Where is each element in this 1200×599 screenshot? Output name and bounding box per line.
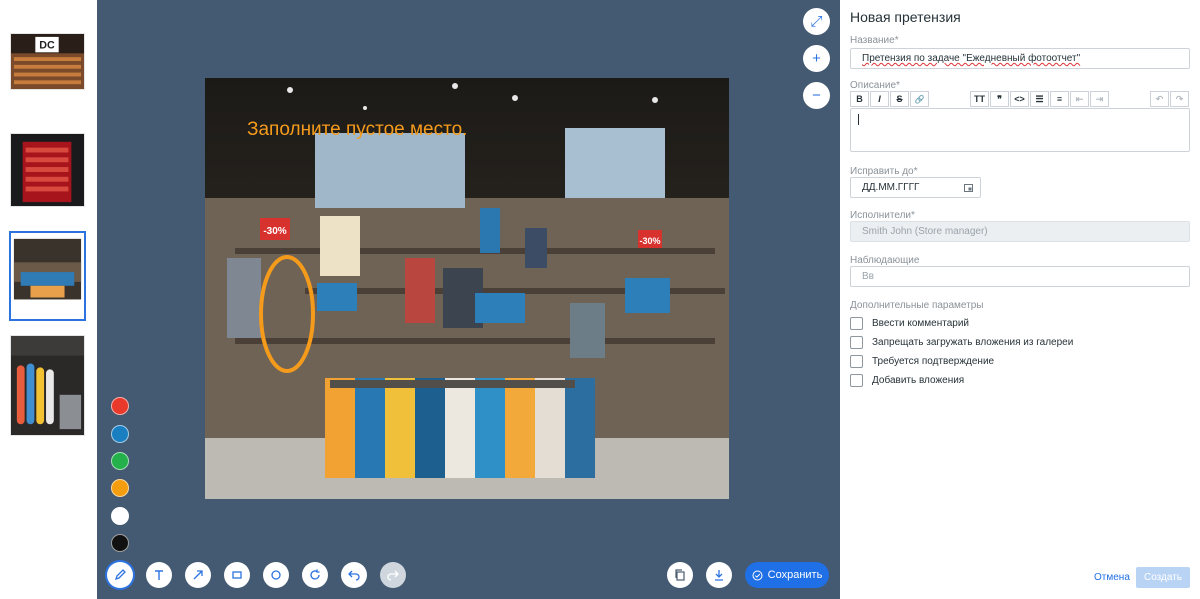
code-button[interactable]: <>: [1010, 91, 1029, 107]
zoom-in-button[interactable]: +: [803, 45, 830, 72]
option-label: Требуется подтверждение: [872, 356, 995, 367]
circle-tool-button[interactable]: [263, 562, 289, 588]
calendar-icon[interactable]: [964, 183, 973, 192]
annotation-text[interactable]: Заполните пустое место.: [247, 119, 467, 141]
svg-text:DC: DC: [39, 40, 55, 52]
text-caret: [858, 114, 859, 125]
circle-icon: [271, 570, 281, 580]
option-attachments[interactable]: Добавить вложения: [850, 374, 964, 387]
color-orange[interactable]: [111, 479, 129, 497]
store-photo[interactable]: -30% -30% Заполните пустое место.: [205, 78, 729, 499]
description-editor[interactable]: [850, 108, 1190, 152]
rotate-tool-button[interactable]: [302, 562, 328, 588]
option-label: Запрещать загружать вложения из галереи: [872, 337, 1074, 348]
claim-form: Новая претензия Название* Претензия по з…: [840, 0, 1200, 599]
color-blue[interactable]: [111, 425, 129, 443]
numbered-list-button[interactable]: ≡: [1050, 91, 1069, 107]
name-value: Претензия по задаче "Ежедневный фотоотче…: [862, 53, 1081, 64]
observers-field[interactable]: Вв: [850, 266, 1190, 287]
text-icon: [155, 570, 163, 580]
price-tag-right: -30%: [639, 236, 660, 246]
redo-button[interactable]: [380, 562, 406, 588]
pencil-icon: [114, 569, 126, 581]
fullscreen-icon: ⤢: [810, 13, 823, 30]
bullet-list-button[interactable]: ☰: [1030, 91, 1049, 107]
description-label: Описание*: [850, 80, 900, 91]
thumbnail-3[interactable]: [9, 231, 86, 321]
rotate-icon: [310, 569, 320, 580]
option-confirmation[interactable]: Требуется подтверждение: [850, 355, 994, 368]
indent-button[interactable]: ⇥: [1090, 91, 1109, 107]
rich-text-toolbar: B I S 🔗 TT ❞ <> ☰ ≡ ⇤ ⇥ ↶ ↷: [850, 91, 1190, 107]
executors-value: Smith John (Store manager): [862, 226, 988, 237]
rectangle-tool-button[interactable]: [224, 562, 250, 588]
editor-redo-button[interactable]: ↷: [1170, 91, 1189, 107]
thumbnail-strip: DC: [0, 0, 97, 599]
zoom-out-button[interactable]: −: [803, 82, 830, 109]
fullscreen-button[interactable]: ⤢: [803, 8, 830, 35]
thumbnail-1[interactable]: DC: [10, 33, 85, 90]
undo-button[interactable]: [341, 562, 367, 588]
zoom-out-icon: −: [812, 87, 821, 104]
option-no-gallery[interactable]: Запрещать загружать вложения из галереи: [850, 336, 1073, 349]
text-tool-button[interactable]: [146, 562, 172, 588]
store-photo-image: -30% -30%: [205, 78, 729, 499]
save-button[interactable]: Сохранить: [745, 562, 829, 588]
checkbox[interactable]: [850, 374, 863, 387]
download-icon: [715, 570, 723, 581]
undo-icon: [348, 570, 360, 581]
check-circle-icon: [752, 570, 763, 580]
extra-params-label: Дополнительные параметры: [850, 300, 984, 311]
strikethrough-button[interactable]: S: [890, 91, 909, 107]
option-label: Добавить вложения: [872, 375, 965, 386]
due-date-placeholder: ДД.ММ.ГГГГ: [862, 182, 920, 193]
arrow-tool-button[interactable]: [185, 562, 211, 588]
arrow-icon: [193, 570, 203, 580]
download-button[interactable]: [706, 562, 732, 588]
zoom-in-icon: +: [812, 50, 821, 67]
outdent-button[interactable]: ⇤: [1070, 91, 1089, 107]
checkbox[interactable]: [850, 355, 863, 368]
color-green[interactable]: [111, 452, 129, 470]
observers-placeholder: Вв: [862, 271, 874, 282]
copy-icon: [675, 569, 685, 581]
link-button[interactable]: 🔗: [910, 91, 929, 107]
rectangle-icon: [232, 571, 242, 579]
cancel-button[interactable]: Отмена: [1094, 572, 1130, 583]
pencil-tool-button[interactable]: [107, 562, 133, 588]
name-label: Название*: [850, 35, 899, 46]
heading-button[interactable]: TT: [970, 91, 989, 107]
checkbox[interactable]: [850, 317, 863, 330]
copy-button[interactable]: [667, 562, 693, 588]
redo-icon: [387, 570, 399, 581]
quote-button[interactable]: ❞: [990, 91, 1009, 107]
executors-field: Smith John (Store manager): [850, 221, 1190, 242]
thumbnail-4[interactable]: [10, 335, 85, 436]
italic-button[interactable]: I: [870, 91, 889, 107]
create-button[interactable]: Создать: [1136, 567, 1190, 588]
thumbnail-2[interactable]: [10, 133, 85, 207]
editor-undo-button[interactable]: ↶: [1150, 91, 1169, 107]
due-date-field[interactable]: ДД.ММ.ГГГГ: [850, 177, 981, 198]
color-black[interactable]: [111, 534, 129, 552]
option-comment[interactable]: Ввести комментарий: [850, 317, 969, 330]
option-label: Ввести комментарий: [872, 318, 970, 329]
color-red[interactable]: [111, 397, 129, 415]
form-title: Новая претензия: [850, 9, 961, 25]
save-button-label: Сохранить: [767, 569, 823, 581]
bold-button[interactable]: B: [850, 91, 869, 107]
name-field[interactable]: Претензия по задаче "Ежедневный фотоотче…: [850, 48, 1190, 69]
executors-label: Исполнители*: [850, 210, 915, 221]
due-date-label: Исправить до*: [850, 166, 918, 177]
color-white[interactable]: [111, 507, 129, 525]
image-editor: -30% -30% Заполните пустое место. ⤢ + −: [97, 0, 840, 599]
observers-label: Наблюдающие: [850, 255, 920, 266]
price-tag-left: -30%: [263, 226, 286, 237]
checkbox[interactable]: [850, 336, 863, 349]
